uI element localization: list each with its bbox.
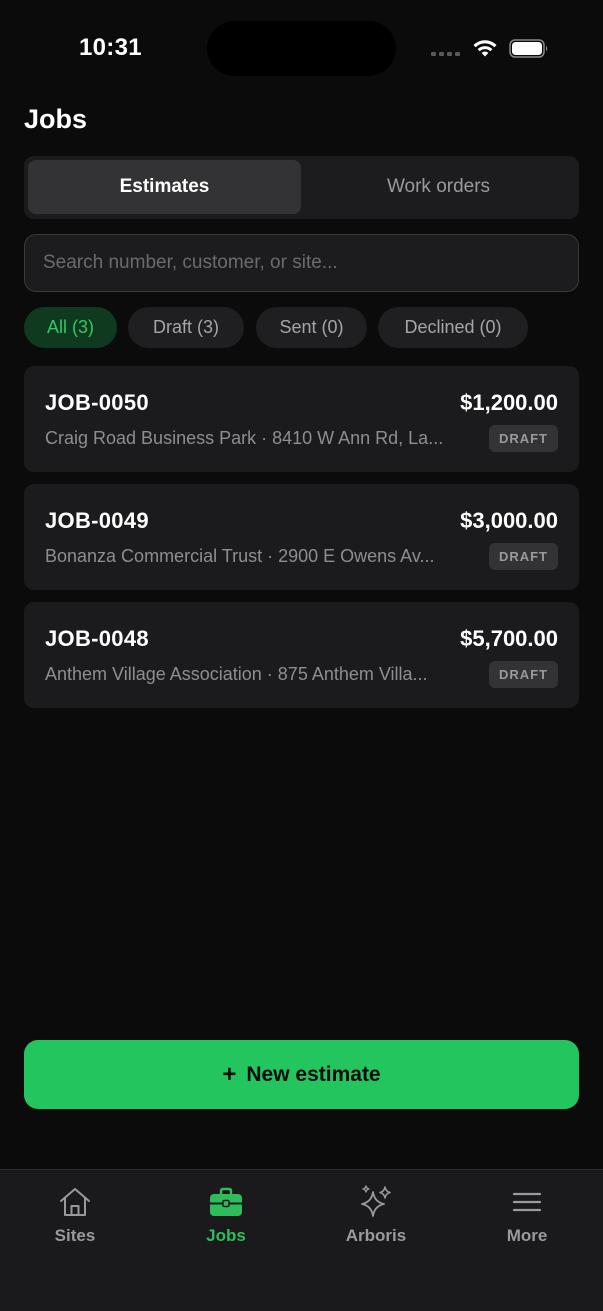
- cellular-signal-icon: [431, 52, 460, 56]
- tab-arboris-label: Arboris: [345, 1226, 407, 1245]
- job-card[interactable]: JOB-0048 $5,700.00 Anthem Village Associ…: [24, 602, 579, 708]
- job-amount: $5,700.00: [460, 626, 558, 651]
- tab-jobs-label: Jobs: [206, 1226, 246, 1245]
- filter-chip-sent[interactable]: Sent (0): [256, 307, 367, 348]
- tab-jobs[interactable]: Jobs: [166, 1184, 286, 1246]
- filter-chip-all[interactable]: All (3): [24, 307, 117, 348]
- status-time: 10:31: [79, 34, 142, 61]
- bottom-tab-bar: Sites Jobs Arboris More: [0, 1169, 603, 1311]
- sparkles-icon: [361, 1185, 391, 1217]
- new-estimate-button[interactable]: + New estimate: [24, 1040, 579, 1109]
- job-amount: $1,200.00: [460, 390, 558, 415]
- job-number: JOB-0048: [45, 626, 149, 651]
- wifi-icon: [473, 40, 497, 57]
- filter-chip-draft[interactable]: Draft (3): [128, 307, 244, 348]
- tab-more[interactable]: More: [467, 1184, 587, 1246]
- job-number: JOB-0049: [45, 508, 149, 533]
- status-badge: DRAFT: [488, 661, 558, 688]
- page-title: Jobs: [24, 104, 88, 134]
- job-customer-site: Bonanza Commercial Trust · 2900 E Owens …: [45, 546, 435, 566]
- tab-work-orders[interactable]: Work orders: [302, 160, 575, 214]
- job-amount: $3,000.00: [460, 508, 558, 533]
- briefcase-icon: [210, 1187, 242, 1216]
- job-number: JOB-0050: [45, 390, 149, 415]
- search-field: [24, 234, 579, 292]
- battery-icon: [509, 39, 548, 58]
- menu-icon: [512, 1192, 542, 1212]
- tab-sites[interactable]: Sites: [15, 1184, 135, 1246]
- new-estimate-label: New estimate: [246, 1062, 381, 1086]
- tab-arboris[interactable]: Arboris: [316, 1184, 436, 1246]
- jobs-screen: 10:31 Jobs Estimates Work orders All (3)…: [0, 0, 603, 1311]
- filter-chip-declined[interactable]: Declined (0): [378, 307, 528, 348]
- plus-icon: +: [222, 1060, 237, 1088]
- job-customer-site: Craig Road Business Park · 8410 W Ann Rd…: [45, 428, 444, 448]
- job-customer-site: Anthem Village Association · 875 Anthem …: [45, 664, 428, 684]
- tab-sites-label: Sites: [54, 1226, 96, 1245]
- house-icon: [60, 1188, 90, 1216]
- search-input[interactable]: [43, 252, 560, 274]
- job-card[interactable]: JOB-0050 $1,200.00 Craig Road Business P…: [24, 366, 579, 472]
- dynamic-island: [207, 21, 396, 76]
- tab-estimates[interactable]: Estimates: [28, 160, 301, 214]
- job-card[interactable]: JOB-0049 $3,000.00 Bonanza Commercial Tr…: [24, 484, 579, 590]
- status-badge: DRAFT: [488, 425, 558, 452]
- tab-more-label: More: [506, 1226, 548, 1245]
- jobs-type-segmented-control: Estimates Work orders: [24, 156, 579, 219]
- status-badge: DRAFT: [488, 543, 558, 570]
